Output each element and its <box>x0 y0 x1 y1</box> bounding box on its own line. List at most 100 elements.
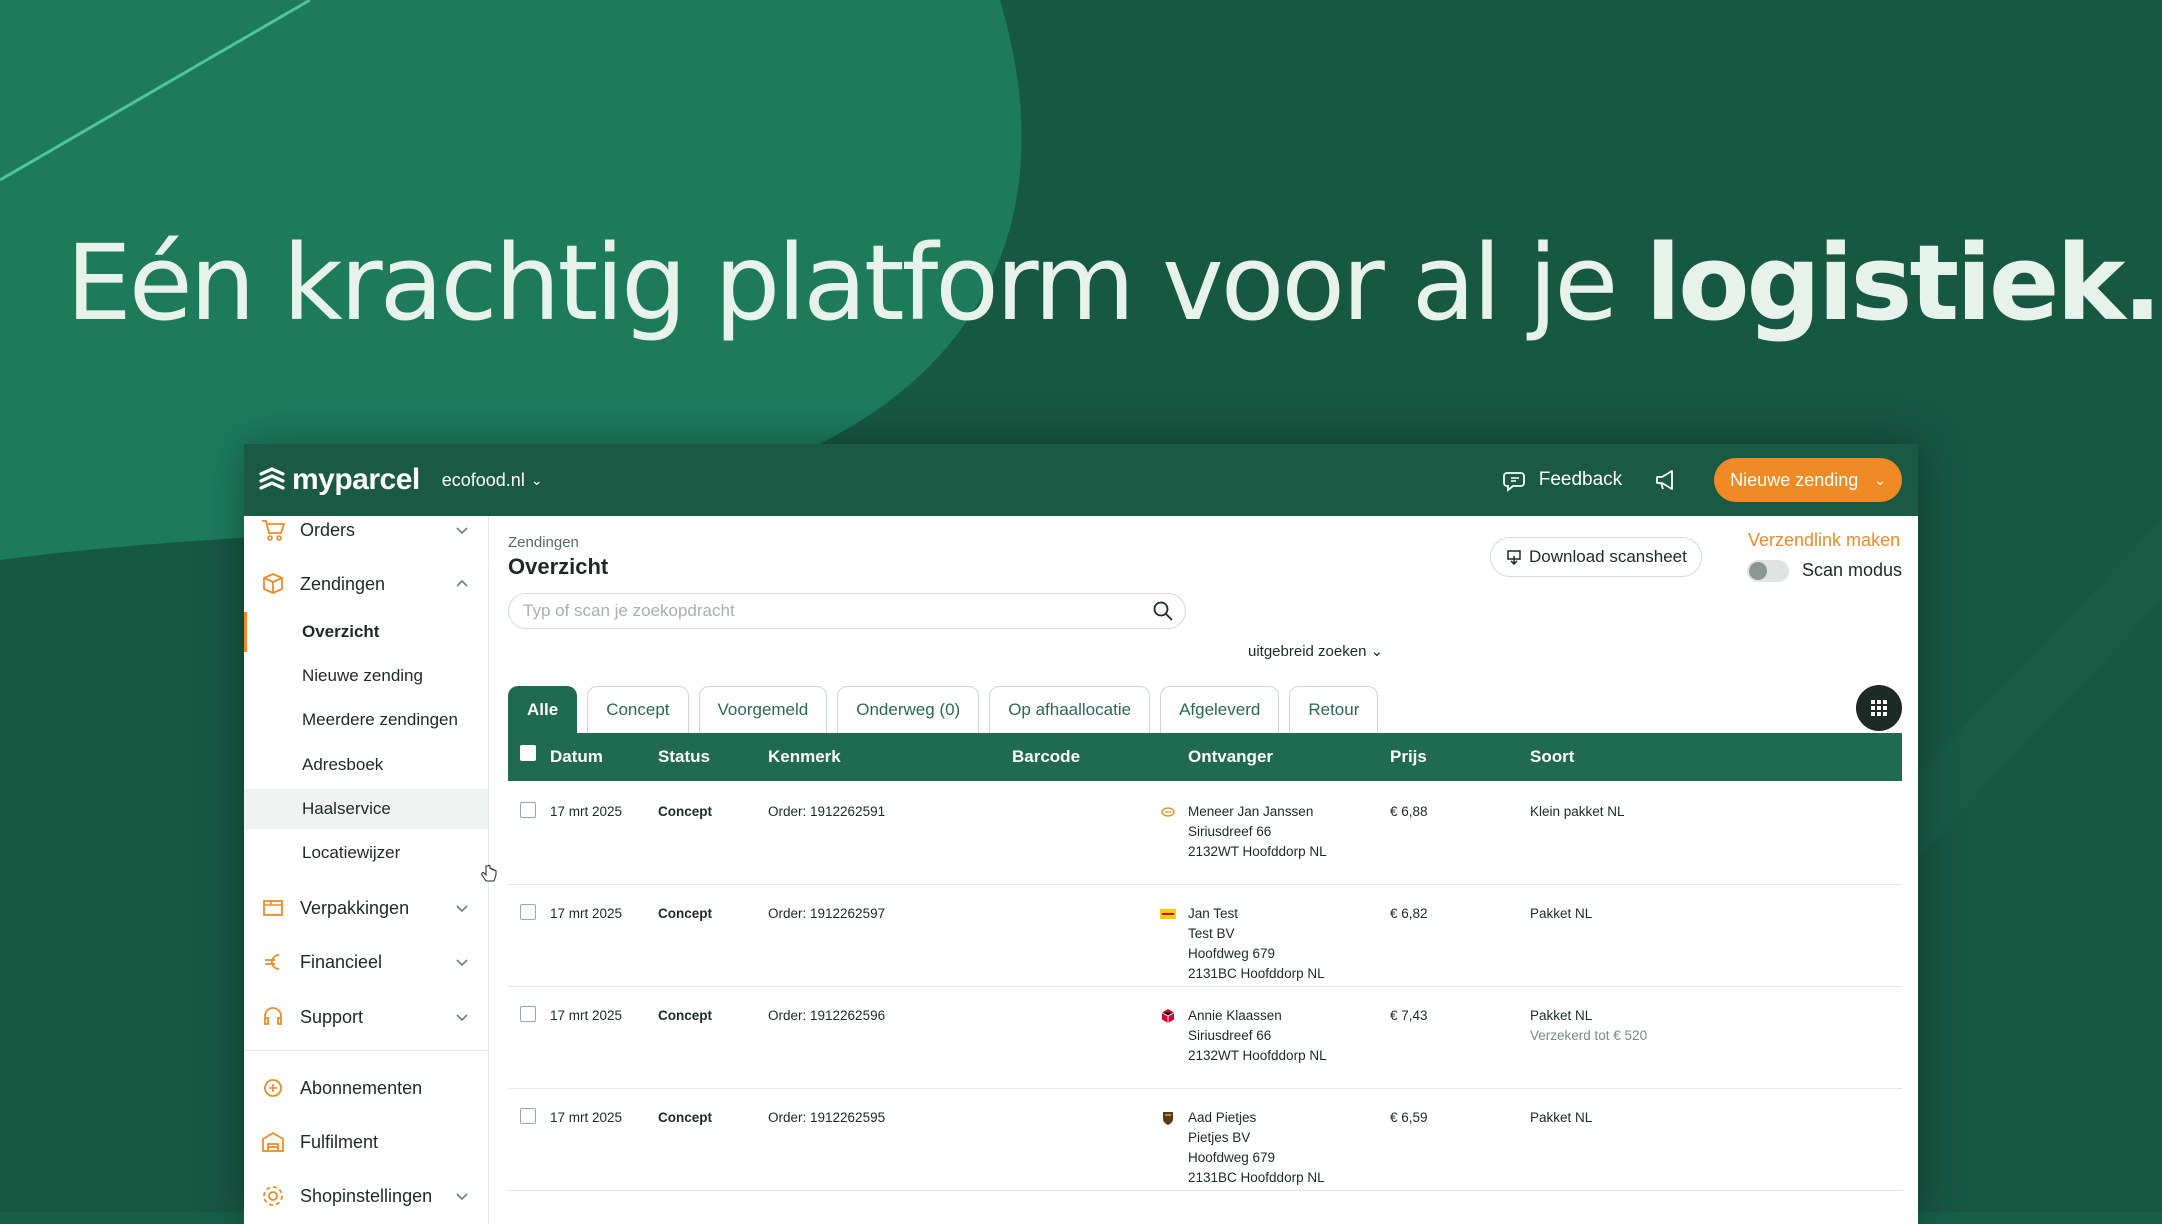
hand-cursor-icon <box>481 864 497 882</box>
table-row[interactable]: 17 mrt 2025 Concept Order: 1912262591 Me… <box>508 782 1902 885</box>
headline-bold: logistiek. <box>1645 222 2162 344</box>
tab-voorgemeld[interactable]: Voorgemeld <box>698 686 828 733</box>
sidebar-subitem-overzicht[interactable]: Overzicht <box>244 612 488 652</box>
new-shipment-label: Nieuwe zending <box>1730 469 1859 490</box>
create-shipping-link[interactable]: Verzendlink maken <box>1748 530 1900 551</box>
download-scansheet-button[interactable]: Download scansheet <box>1490 537 1702 577</box>
row-date: 17 mrt 2025 <box>550 1110 623 1125</box>
recipient-line: 2132WT Hoofddorp NL <box>1188 1048 1327 1063</box>
status-tabs: Alle Concept Voorgemeld Onderweg (0) Op … <box>508 686 1388 734</box>
sidebar-item-abonnementen[interactable]: Abonnementen <box>244 1066 488 1110</box>
row-status: Concept <box>658 804 712 819</box>
feedback-label: Feedback <box>1538 469 1623 490</box>
sidebar: Orders Zendingen Overzicht Nieuwe zendin… <box>244 516 489 1224</box>
row-price: € 6,88 <box>1390 804 1428 819</box>
sidebar-label: Fulfilment <box>300 1131 379 1152</box>
row-reference: Order: 1912262596 <box>768 1008 886 1023</box>
table-row[interactable]: 17 mrt 2025 Concept Order: 1912262596 An… <box>508 986 1902 1089</box>
subscription-icon <box>264 1079 282 1097</box>
recipient-line: Siriusdreef 66 <box>1188 824 1272 839</box>
sidebar-subitem-adresboek[interactable]: Adresboek <box>244 745 488 785</box>
logo[interactable]: myparcel <box>258 463 420 497</box>
box-icon <box>263 573 283 594</box>
recipient-line: Meneer Jan Janssen <box>1188 804 1314 819</box>
chevron-down-icon: ⌄ <box>1370 643 1384 660</box>
sidebar-item-shopinstellingen[interactable]: Shopinstellingen <box>244 1174 488 1218</box>
column-header-soort[interactable]: Soort <box>1530 747 1574 767</box>
tab-op-afhaallocatie[interactable]: Op afhaallocatie <box>989 686 1151 733</box>
column-header-barcode[interactable]: Barcode <box>1012 747 1080 767</box>
table-row[interactable]: 17 mrt 2025 Concept Order: 1912262597 Ja… <box>508 884 1902 987</box>
column-header-prijs[interactable]: Prijs <box>1390 747 1427 767</box>
table-row[interactable]: 17 mrt 2025 Concept Order: 1912262595 Aa… <box>508 1088 1902 1191</box>
advanced-search-link[interactable]: uitgebreid zoeken ⌄ <box>1248 642 1383 660</box>
sidebar-label: Orders <box>300 519 356 540</box>
recipient-line: Test BV <box>1188 926 1235 941</box>
row-checkbox[interactable] <box>520 904 536 920</box>
gear-icon <box>263 1186 283 1206</box>
advanced-search-label: uitgebreid zoeken <box>1248 643 1367 660</box>
recipient-line: 2131BC Hoofddorp NL <box>1188 1170 1325 1185</box>
sidebar-subitem-meerdere-zendingen[interactable]: Meerdere zendingen <box>244 700 488 740</box>
row-checkbox[interactable] <box>520 802 536 818</box>
sidebar-label: Abonnementen <box>300 1077 423 1098</box>
headline: Eén krachtig platform voor al je logisti… <box>66 222 2162 344</box>
recipient-line: Jan Test <box>1188 906 1239 921</box>
headline-regular: Eén krachtig platform voor al je <box>66 222 1646 344</box>
recipient-line: Pietjes BV <box>1188 1130 1251 1145</box>
search-icon[interactable] <box>1152 600 1174 622</box>
myparcel-logo-icon <box>259 467 285 490</box>
row-type: Pakket NL Verzekerd tot € 520 <box>1530 1006 1647 1046</box>
row-price: € 7,43 <box>1390 1008 1428 1023</box>
row-type: Pakket NL <box>1530 906 1593 921</box>
tab-alle[interactable]: Alle <box>508 686 578 733</box>
dhl-icon <box>1160 909 1176 919</box>
sidebar-item-support[interactable]: Support <box>244 995 488 1039</box>
column-header-datum[interactable]: Datum <box>550 747 603 767</box>
row-price: € 6,59 <box>1390 1110 1428 1125</box>
tab-onderweg[interactable]: Onderweg (0) <box>837 686 980 733</box>
row-checkbox[interactable] <box>520 1108 536 1124</box>
sidebar-divider <box>244 1050 488 1051</box>
row-reference: Order: 1912262595 <box>768 1110 886 1125</box>
row-status: Concept <box>658 906 712 921</box>
sidebar-item-verpakkingen[interactable]: Verpakkingen <box>244 886 488 930</box>
row-date: 17 mrt 2025 <box>550 804 623 819</box>
row-reference: Order: 1912262597 <box>768 906 886 921</box>
shop-selector[interactable]: ecofood.nl ⌄ <box>442 470 543 491</box>
sidebar-label: Shopinstellingen <box>300 1185 433 1206</box>
chevron-down-icon <box>456 1193 468 1201</box>
sidebar-subitem-locatiewijzer[interactable]: Locatiewijzer <box>244 833 488 873</box>
row-checkbox[interactable] <box>520 1006 536 1022</box>
column-header-status[interactable]: Status <box>658 747 710 767</box>
sidebar-item-financieel[interactable]: Financieel <box>244 940 488 984</box>
page-title: Overzicht <box>508 554 609 579</box>
sidebar-subitem-haalservice[interactable]: Haalservice <box>244 789 488 829</box>
tab-retour[interactable]: Retour <box>1289 686 1379 733</box>
row-date: 17 mrt 2025 <box>550 1008 623 1023</box>
search-input[interactable] <box>508 593 1186 629</box>
column-header-kenmerk[interactable]: Kenmerk <box>768 747 841 767</box>
sidebar-item-zendingen[interactable]: Zendingen <box>244 562 488 606</box>
tab-afgeleverd[interactable]: Afgeleverd <box>1160 686 1280 733</box>
column-header-ontvanger[interactable]: Ontvanger <box>1188 747 1273 767</box>
megaphone-icon[interactable] <box>1652 466 1680 494</box>
logo-text: myparcel <box>292 463 420 496</box>
breadcrumb[interactable]: Zendingen <box>508 534 579 551</box>
recipient-line: Siriusdreef 66 <box>1188 1028 1272 1043</box>
tab-concept[interactable]: Concept <box>587 686 689 733</box>
recipient-line: 2132WT Hoofddorp NL <box>1188 844 1327 859</box>
scan-mode-toggle[interactable] <box>1747 560 1789 582</box>
sidebar-item-fulfilment[interactable]: Fulfilment <box>244 1120 488 1164</box>
type-label: Pakket NL <box>1530 1008 1593 1023</box>
sidebar-item-orders[interactable]: Orders <box>244 508 488 552</box>
select-all-checkbox[interactable] <box>520 745 536 761</box>
sidebar-subitem-nieuwe-zending[interactable]: Nieuwe zending <box>244 656 488 696</box>
column-settings-button[interactable] <box>1856 685 1902 731</box>
postnl-icon <box>1161 807 1175 817</box>
row-recipient: Jan Test Test BV Hoofdweg 679 2131BC Hoo… <box>1188 904 1325 984</box>
feedback-button[interactable]: Feedback <box>1502 467 1623 493</box>
new-shipment-button[interactable]: Nieuwe zending ⌄ <box>1714 458 1902 502</box>
download-label: Download scansheet <box>1529 547 1687 566</box>
feedback-icon <box>1502 472 1525 492</box>
